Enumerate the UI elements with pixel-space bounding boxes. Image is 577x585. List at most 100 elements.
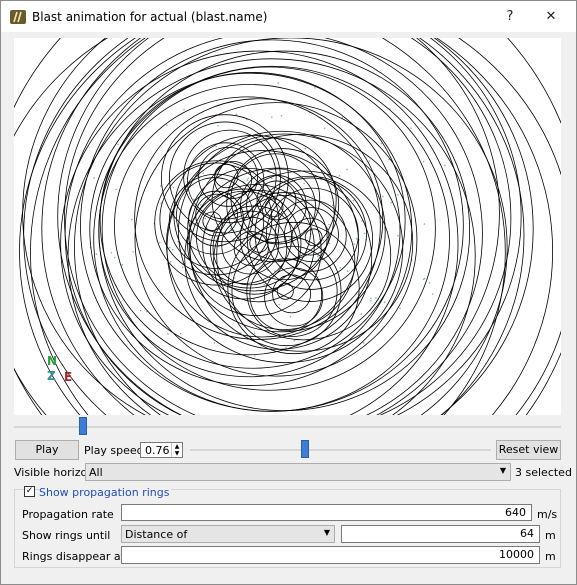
propagation-ring xyxy=(134,98,384,340)
propagation-ring xyxy=(184,167,373,350)
blast-hole-dot xyxy=(383,301,386,304)
blast-hole-dot xyxy=(423,277,426,280)
blast-hole-dot xyxy=(234,277,236,279)
blast-hole-dot xyxy=(131,218,133,221)
play-speed-handle[interactable] xyxy=(301,440,309,458)
blast-hole-dot xyxy=(410,127,412,129)
blast-hole-dot xyxy=(181,266,184,268)
blast-hole-dot xyxy=(380,142,383,145)
blast-hole-dot xyxy=(263,283,265,286)
blast-hole-dot xyxy=(229,227,232,230)
blast-hole-dot xyxy=(289,315,292,318)
show-rings-checkbox[interactable]: ✓ xyxy=(24,486,35,497)
blast-hole-dot xyxy=(396,194,399,196)
reset-view-button[interactable]: Reset view xyxy=(496,440,561,460)
play-speed-spinbox[interactable]: 0.76 ▲ ▼ xyxy=(140,442,183,458)
blast-hole-dot xyxy=(346,168,348,171)
propagation-ring xyxy=(74,38,508,415)
timeline-slider[interactable] xyxy=(14,417,561,435)
chevron-down-icon: ▼ xyxy=(499,466,506,475)
blast-hole-dot xyxy=(422,160,425,163)
blast-hole-dot xyxy=(277,82,280,84)
play-speed-track xyxy=(190,449,491,451)
propagation-ring xyxy=(57,38,522,415)
blast-hole-dot xyxy=(139,309,142,312)
blast-hole-dot xyxy=(183,108,185,111)
compass-widget: N Z E xyxy=(44,354,78,388)
close-button[interactable]: ✕ xyxy=(540,7,562,27)
blast-hole-dot xyxy=(167,333,169,335)
spin-arrows-icon[interactable]: ▲ ▼ xyxy=(171,443,182,457)
blast-hole-dot xyxy=(312,195,314,198)
blast-hole-dot xyxy=(217,124,219,127)
blast-hole-dot xyxy=(303,182,305,185)
propagation-ring xyxy=(64,38,483,415)
timeline-handle[interactable] xyxy=(79,417,87,435)
blast-hole-dot xyxy=(93,177,95,179)
propagation-rate-label: Propagation rate xyxy=(22,508,114,521)
blast-hole-dot xyxy=(245,234,247,237)
rings-disappear-field[interactable]: 10000 xyxy=(121,546,540,564)
blast-hole-dot xyxy=(322,239,325,241)
blast-hole-dot xyxy=(313,87,316,89)
blast-hole-dot xyxy=(113,256,116,259)
show-rings-until-unit: m xyxy=(545,529,556,542)
blast-hole-dot xyxy=(285,346,287,349)
blast-hole-dot xyxy=(171,248,174,251)
visible-horizons-dropdown[interactable]: All ▼ xyxy=(85,463,511,481)
blast-hole-dot xyxy=(293,339,296,342)
blast-hole-dot xyxy=(235,113,238,115)
show-rings-until-mode: Distance of xyxy=(125,528,188,541)
blast-hole-dot xyxy=(121,263,124,266)
show-rings-until-field[interactable]: 64 xyxy=(341,525,540,543)
propagation-rings-drawing xyxy=(14,38,561,415)
propagation-rate-field[interactable]: 640 xyxy=(121,504,532,521)
blast-hole-dot xyxy=(115,188,117,191)
blast-hole-dot xyxy=(159,185,162,187)
blast-hole-dot xyxy=(444,164,446,167)
blast-hole-dot xyxy=(253,332,256,334)
blast-hole-dot xyxy=(390,201,392,204)
compass-z-label: Z xyxy=(47,369,56,383)
blast-hole-dot xyxy=(363,232,366,235)
propagation-ring xyxy=(188,190,244,247)
blast-hole-dot xyxy=(132,251,134,253)
blast-hole-dot xyxy=(423,223,426,225)
blast-hole-dot xyxy=(362,342,365,344)
show-rings-until-dropdown[interactable]: Distance of ▼ xyxy=(121,525,335,543)
blast-hole-dot xyxy=(204,217,207,220)
blast-hole-dot xyxy=(339,266,341,269)
blast-hole-dot xyxy=(323,127,326,129)
window-title: Blast animation for actual (blast.name) xyxy=(32,10,268,24)
chevron-down-icon: ▼ xyxy=(323,528,330,537)
blast-3d-viewport[interactable]: N Z E xyxy=(14,38,561,415)
rings-disappear-unit: m xyxy=(545,550,556,563)
blast-hole-dot xyxy=(352,199,355,202)
blast-hole-dot xyxy=(172,186,175,189)
compass-north-label: N xyxy=(47,354,58,368)
blast-hole-dot xyxy=(213,342,216,344)
blast-hole-dot xyxy=(317,255,319,258)
blast-hole-dot xyxy=(169,260,172,263)
blast-hole-dot xyxy=(360,313,363,315)
blast-hole-dot xyxy=(95,253,98,255)
blast-hole-dot xyxy=(304,147,307,150)
blast-hole-dot xyxy=(428,282,431,284)
help-button[interactable]: ? xyxy=(499,7,521,27)
blast-hole-dot xyxy=(399,307,401,310)
blast-hole-dot xyxy=(280,115,283,117)
propagation-ring xyxy=(41,38,534,415)
blast-hole-dot xyxy=(346,270,349,272)
blast-hole-dot xyxy=(254,355,256,357)
horizons-selected-count: 3 selected xyxy=(515,466,572,479)
blast-hole-dot xyxy=(355,238,358,240)
show-rings-label[interactable]: Show propagation rings xyxy=(39,486,172,499)
blast-hole-dot xyxy=(328,242,331,245)
blast-hole-dot xyxy=(353,243,356,245)
blast-hole-dot xyxy=(278,303,281,306)
propagation-ring xyxy=(64,38,512,415)
blast-hole-dot xyxy=(270,177,273,180)
play-speed-slider[interactable] xyxy=(190,440,491,460)
blast-hole-dot xyxy=(375,297,377,299)
play-button[interactable]: Play xyxy=(15,440,79,460)
